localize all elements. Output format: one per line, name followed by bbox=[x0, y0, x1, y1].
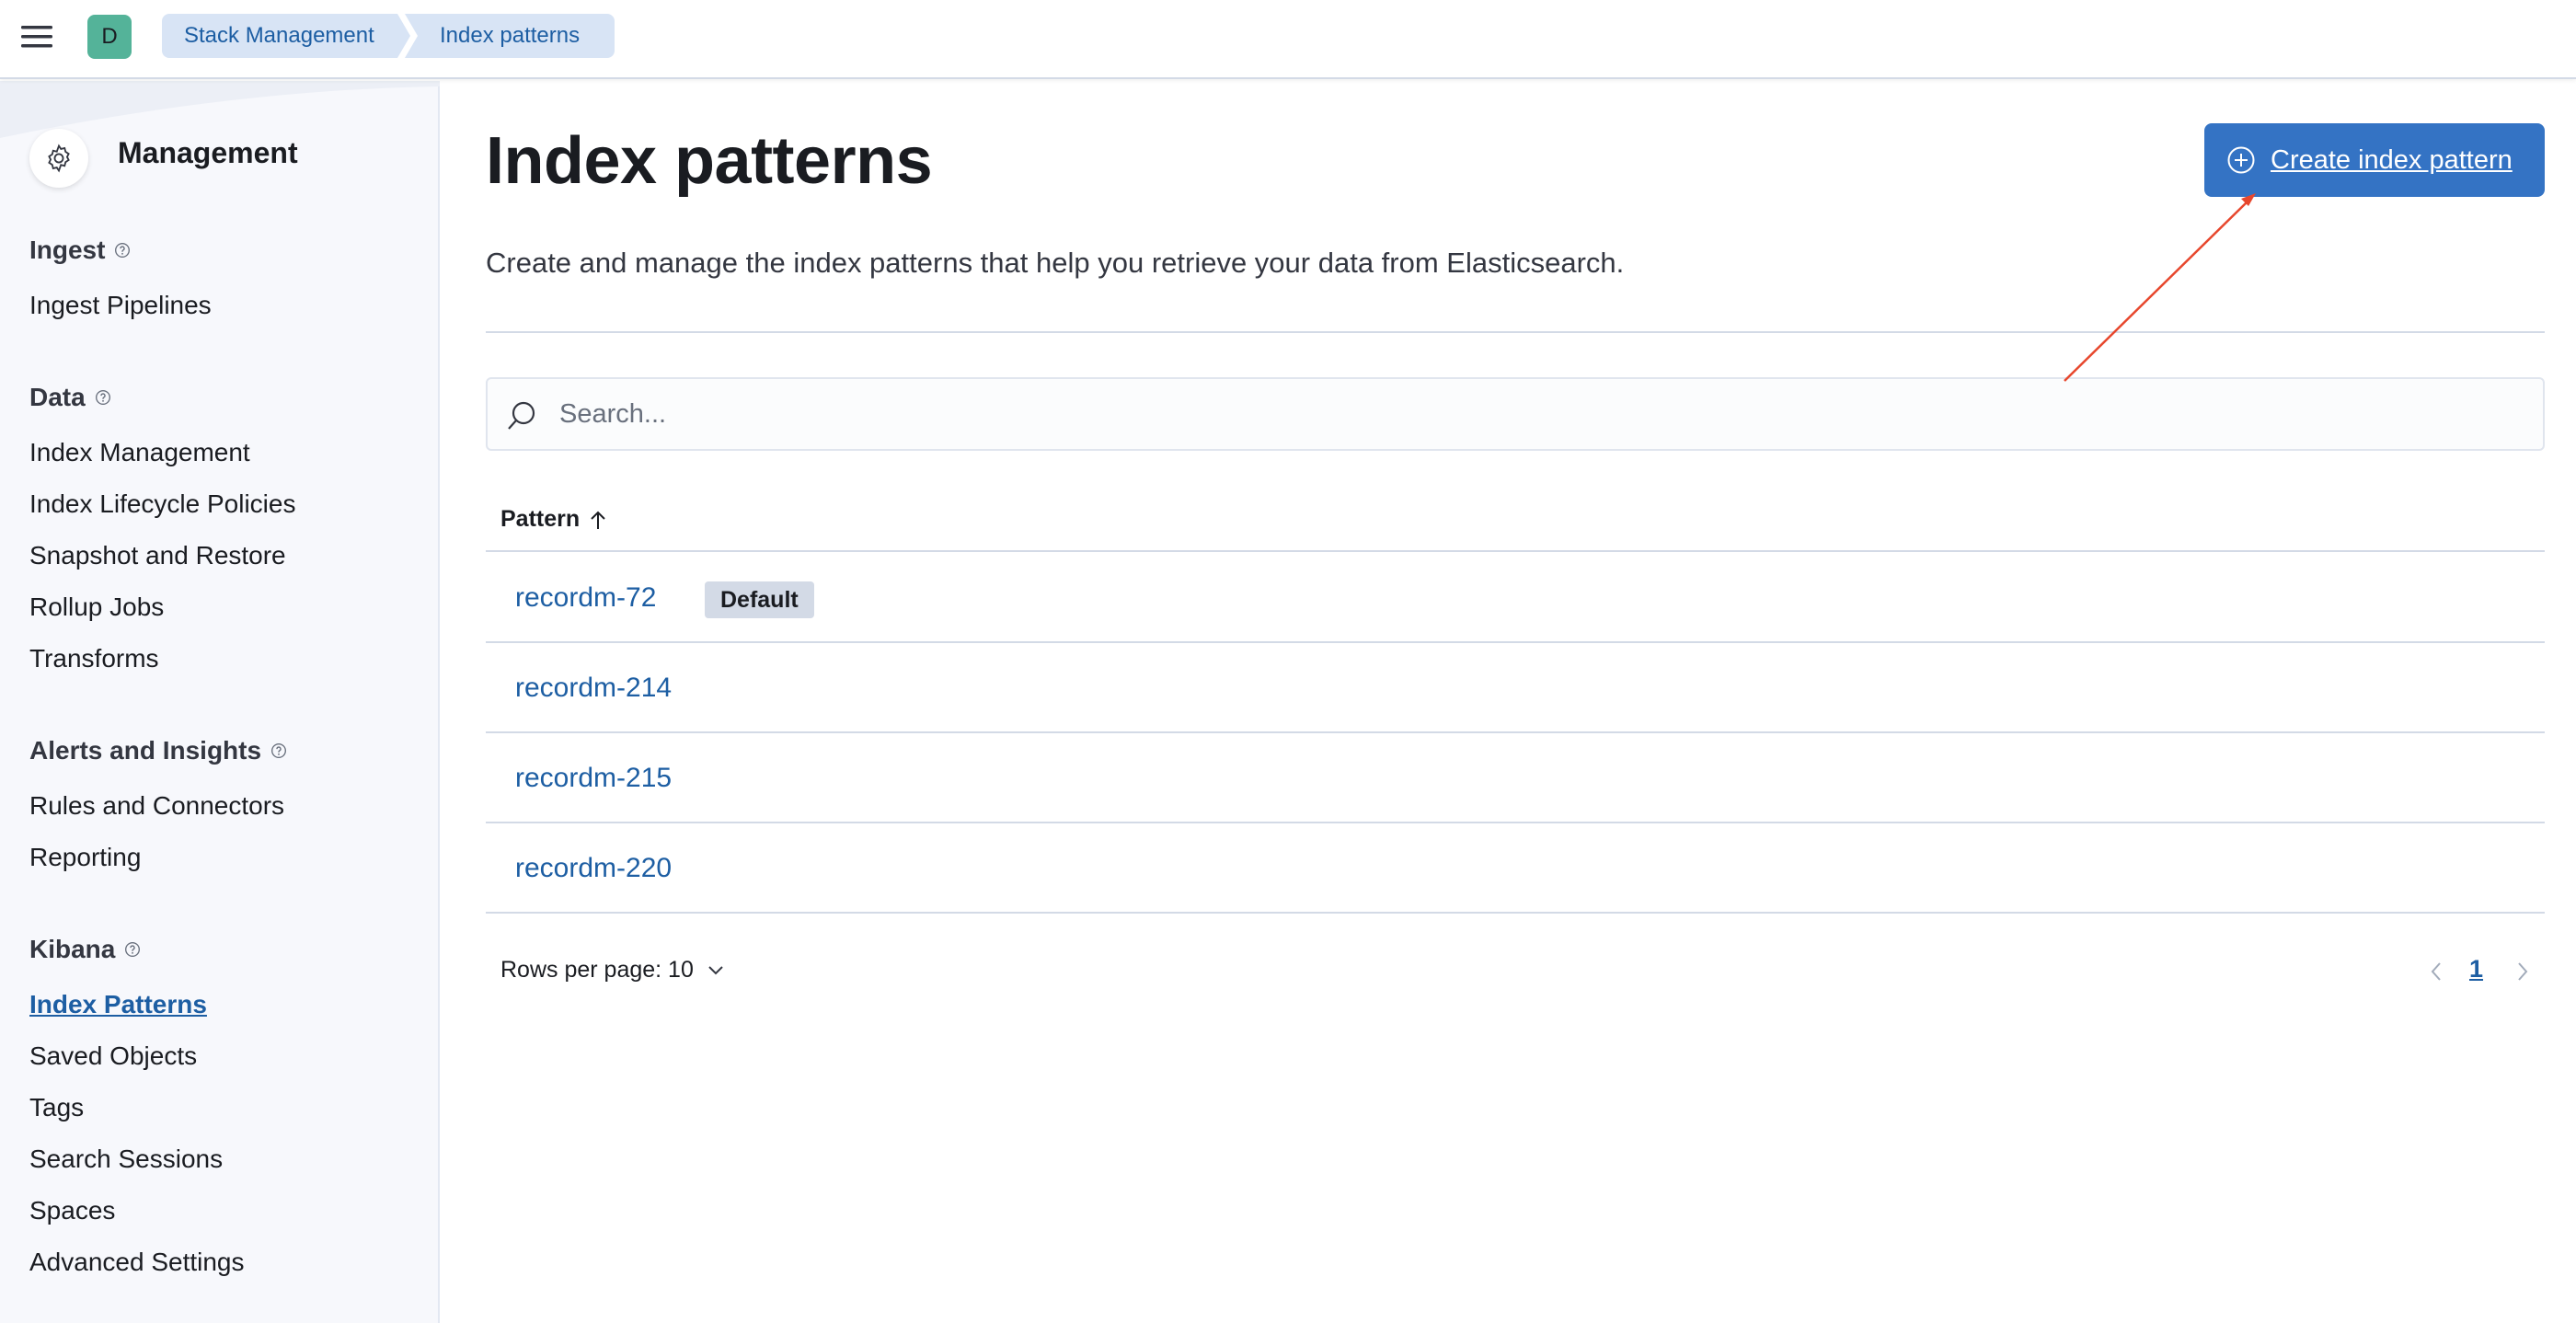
page-title: Index patterns bbox=[486, 124, 933, 198]
help-icon[interactable] bbox=[270, 742, 287, 759]
pattern-link-recordm-215[interactable]: recordm-215 bbox=[515, 763, 672, 794]
sidebar-item-advanced-settings[interactable]: Advanced Settings bbox=[29, 1248, 245, 1277]
sidebar-item-saved-objects[interactable]: Saved Objects bbox=[29, 1041, 197, 1071]
sidebar-item-ingest-pipelines[interactable]: Ingest Pipelines bbox=[29, 291, 212, 320]
header-divider bbox=[486, 331, 2545, 333]
column-header-label: Pattern bbox=[500, 506, 581, 532]
column-header-pattern[interactable]: Pattern bbox=[500, 506, 607, 533]
sidebar-item-reporting[interactable]: Reporting bbox=[29, 843, 141, 872]
pagination-next-button[interactable] bbox=[2512, 959, 2534, 984]
create-index-pattern-button[interactable]: Create index pattern bbox=[2204, 123, 2545, 197]
row-divider bbox=[486, 731, 2545, 733]
sidebar-item-snapshot-and-restore[interactable]: Snapshot and Restore bbox=[29, 541, 286, 570]
create-index-pattern-label: Create index pattern bbox=[2271, 144, 2513, 175]
row-divider bbox=[486, 912, 2545, 914]
section-title-data: Data bbox=[29, 383, 111, 412]
gear-icon bbox=[48, 144, 70, 173]
row-divider bbox=[486, 641, 2545, 643]
rows-per-page-label: Rows per page: 10 bbox=[500, 957, 694, 983]
menu-button[interactable] bbox=[15, 15, 59, 59]
help-icon[interactable] bbox=[95, 389, 111, 406]
sidebar-item-rollup-jobs[interactable]: Rollup Jobs bbox=[29, 592, 164, 622]
search-icon bbox=[508, 401, 535, 430]
sidebar-item-index-lifecycle-policies[interactable]: Index Lifecycle Policies bbox=[29, 489, 295, 519]
sidebar-item-index-management[interactable]: Index Management bbox=[29, 438, 250, 467]
rows-per-page-selector[interactable]: Rows per page: 10 bbox=[500, 957, 725, 984]
default-badge: Default bbox=[705, 581, 814, 618]
sidebar-item-tags[interactable]: Tags bbox=[29, 1093, 84, 1122]
sidebar-item-transforms[interactable]: Transforms bbox=[29, 644, 159, 673]
section-title-alerts-and-insights: Alerts and Insights bbox=[29, 736, 287, 765]
page-description: Create and manage the index patterns tha… bbox=[486, 247, 1625, 279]
section-title-kibana: Kibana bbox=[29, 935, 141, 964]
sort-ascending-icon bbox=[591, 511, 605, 529]
sidebar-item-search-sessions[interactable]: Search Sessions bbox=[29, 1145, 223, 1174]
breadcrumb-index-patterns: Index patterns bbox=[405, 14, 615, 58]
sidebar-title: Management bbox=[118, 136, 298, 169]
table-header-divider bbox=[486, 550, 2545, 552]
sidebar-item-spaces[interactable]: Spaces bbox=[29, 1196, 115, 1225]
pagination-page-1[interactable]: 1 bbox=[2469, 955, 2483, 984]
section-title-label: Alerts and Insights bbox=[29, 736, 262, 765]
pagination-previous-button[interactable] bbox=[2425, 959, 2447, 984]
pattern-link-recordm-220[interactable]: recordm-220 bbox=[515, 853, 672, 884]
help-icon[interactable] bbox=[124, 941, 141, 958]
help-icon[interactable] bbox=[114, 242, 131, 259]
chevron-down-icon bbox=[708, 965, 723, 974]
search-bar bbox=[486, 377, 2545, 451]
management-icon-wrapper bbox=[29, 129, 88, 188]
hamburger-icon bbox=[21, 26, 52, 48]
breadcrumb-stack-management[interactable]: Stack Management bbox=[162, 14, 410, 58]
chevron-right-icon bbox=[2518, 962, 2528, 981]
management-sidebar: Management Ingest Ingest Pipelines Data … bbox=[0, 81, 440, 1323]
section-title-ingest: Ingest bbox=[29, 236, 131, 265]
pattern-link-recordm-214[interactable]: recordm-214 bbox=[515, 673, 672, 704]
sidebar-item-rules-and-connectors[interactable]: Rules and Connectors bbox=[29, 791, 284, 821]
section-title-label: Ingest bbox=[29, 236, 106, 264]
chevron-left-icon bbox=[2431, 962, 2441, 981]
search-input[interactable] bbox=[559, 386, 2491, 442]
pattern-link-recordm-72[interactable]: recordm-72 bbox=[515, 582, 656, 614]
sidebar-item-index-patterns[interactable]: Index Patterns bbox=[29, 990, 207, 1019]
section-title-label: Data bbox=[29, 383, 86, 411]
row-divider bbox=[486, 822, 2545, 823]
plus-in-circle-icon bbox=[2227, 146, 2255, 174]
space-avatar[interactable]: D bbox=[87, 15, 132, 59]
section-title-label: Kibana bbox=[29, 935, 116, 963]
top-header: D Stack Management Index patterns bbox=[0, 0, 2576, 79]
